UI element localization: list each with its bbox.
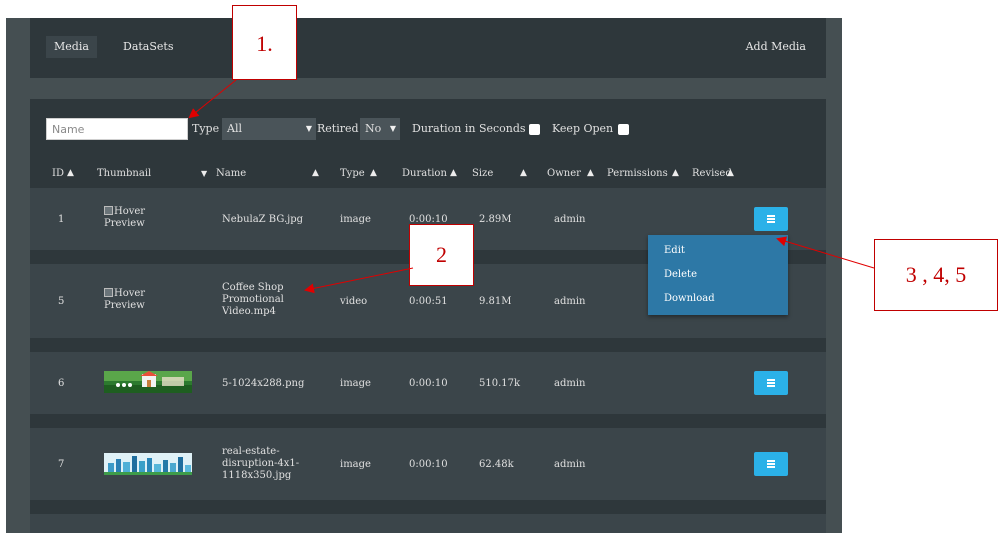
annotation-arrow-345 (776, 236, 875, 269)
annotation-arrows (188, 79, 875, 294)
annotation-arrow-2 (304, 267, 414, 294)
annotation-arrow-1 (188, 79, 237, 119)
